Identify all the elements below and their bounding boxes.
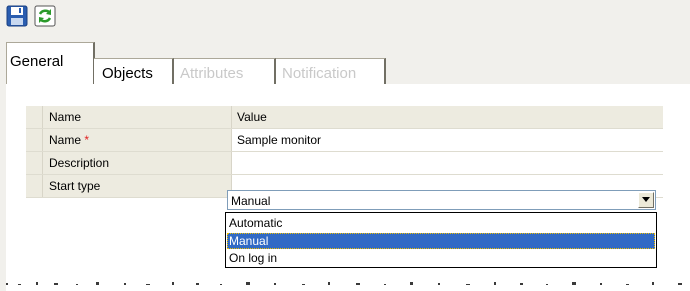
tab-general[interactable]: General <box>6 42 95 87</box>
grid-header-row: Name Value <box>26 106 663 129</box>
property-row-name: Name * Sample monitor <box>26 128 663 152</box>
row-selector[interactable] <box>26 151 43 175</box>
property-name-value[interactable]: Sample monitor <box>231 128 663 152</box>
save-button[interactable] <box>6 5 30 29</box>
save-icon <box>6 5 28 27</box>
property-row-description: Description <box>26 151 663 175</box>
option-manual[interactable]: Manual <box>227 233 655 249</box>
tab-notification[interactable]: Notification <box>276 58 386 85</box>
column-header-name: Name <box>42 106 232 129</box>
rendering-artifact <box>6 282 682 285</box>
tab-objects-label: Objects <box>102 65 153 82</box>
tab-general-label: General <box>10 53 64 70</box>
tab-objects[interactable]: Objects <box>94 58 174 85</box>
option-automatic[interactable]: Automatic <box>227 215 655 231</box>
refresh-button[interactable] <box>34 5 58 29</box>
property-name-label-text: Name <box>49 133 82 147</box>
row-selector[interactable] <box>26 128 43 152</box>
toolbar <box>0 0 690 38</box>
start-type-selected-value: Manual <box>231 194 271 208</box>
chevron-down-icon <box>642 197 650 202</box>
start-type-select[interactable]: Manual <box>227 190 656 210</box>
row-selector <box>26 106 43 129</box>
tab-attributes[interactable]: Attributes <box>174 58 276 85</box>
option-on-log-in[interactable]: On log in <box>227 250 655 266</box>
required-marker: * <box>84 133 90 147</box>
property-name-label: Name * <box>42 128 232 152</box>
property-description-value[interactable] <box>231 151 663 175</box>
tab-strip: General Objects Attributes Notification <box>0 38 690 87</box>
property-description-label: Description <box>42 151 232 175</box>
dropdown-arrow-button[interactable] <box>638 192 654 208</box>
property-start-type-label: Start type <box>42 174 232 198</box>
row-selector[interactable] <box>26 174 43 198</box>
column-header-value: Value <box>231 106 663 129</box>
property-grid: Name Value Name * Sample monitor Descrip… <box>26 106 663 198</box>
start-type-dropdown-list: Automatic Manual On log in <box>225 212 657 268</box>
tab-notification-label: Notification <box>282 65 357 82</box>
tab-attributes-label: Attributes <box>180 65 244 82</box>
refresh-icon <box>34 5 56 27</box>
